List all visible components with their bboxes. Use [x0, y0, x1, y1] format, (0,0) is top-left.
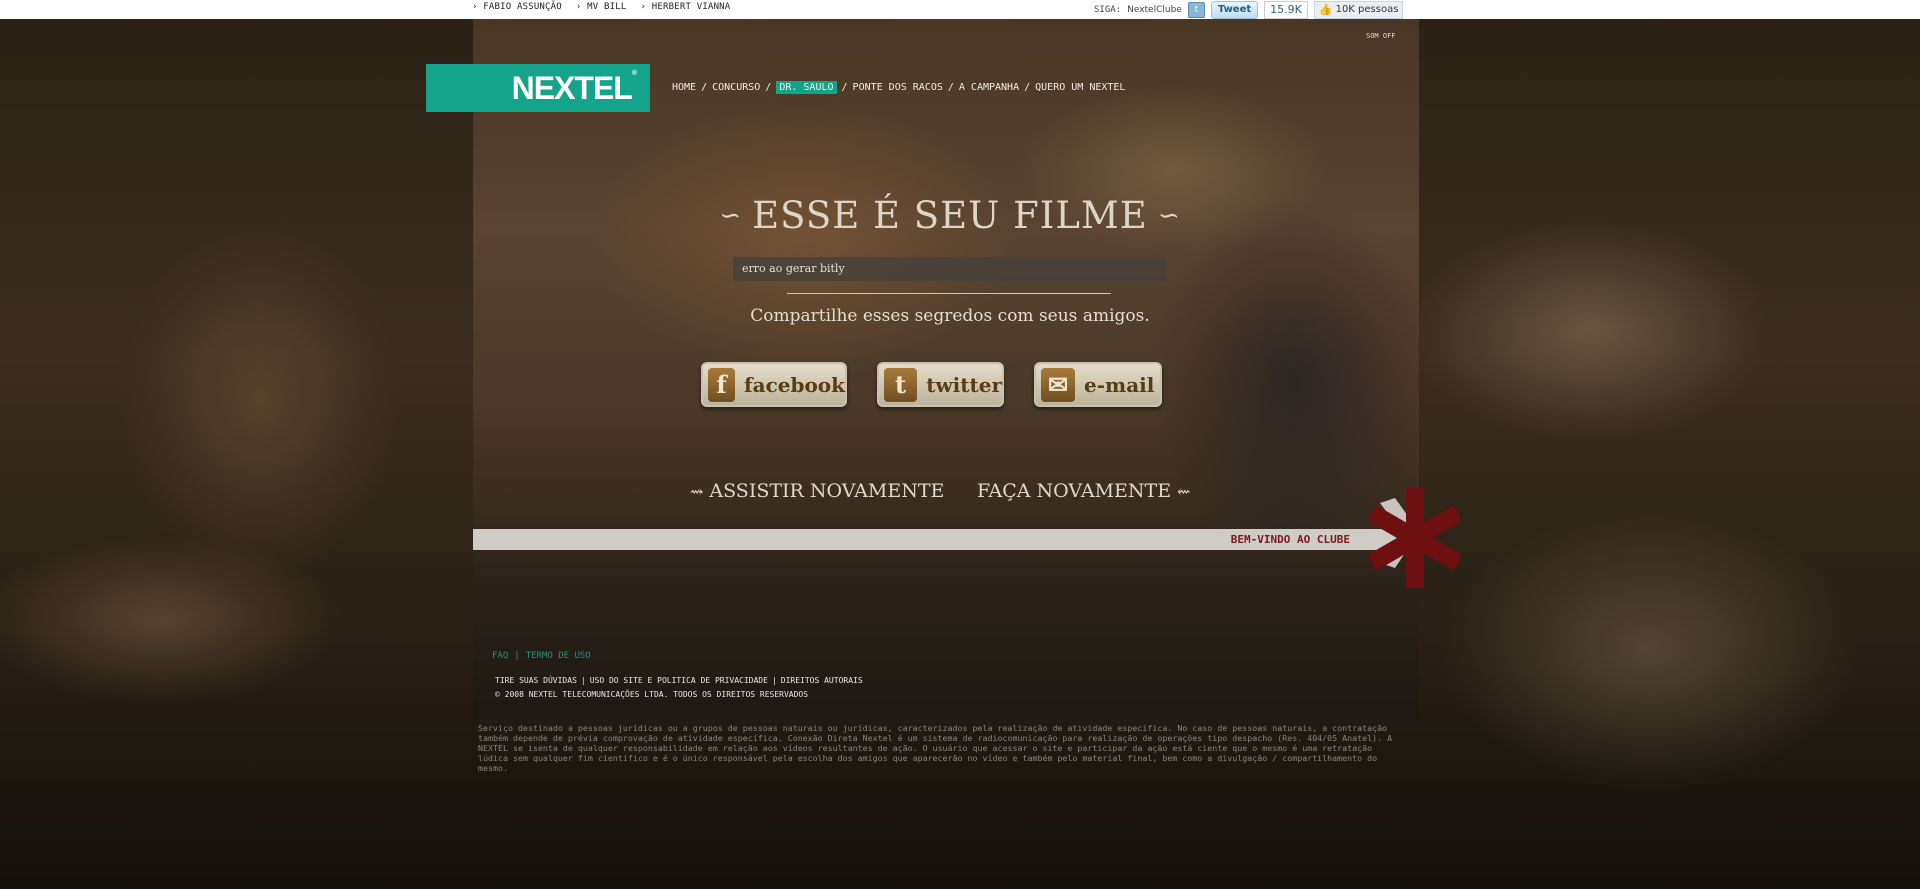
envelope-icon: ✉ [1041, 367, 1075, 402]
twitter-label: twitter [926, 372, 1002, 397]
like-button[interactable]: 👍 10K pessoas [1313, 1, 1404, 19]
link-mv-bill[interactable]: MV BILL [576, 2, 627, 12]
nextel-clube-link[interactable]: NextelClube [1127, 5, 1182, 15]
footer-separator: | [580, 676, 586, 685]
faq-link[interactable]: FAQ [492, 651, 508, 661]
direitos-link[interactable]: DIREITOS AUTORAIS [781, 676, 863, 685]
footer-links-top: FAQ | TERMO DE USO [492, 651, 591, 661]
flourish-left-icon: ∽ [719, 200, 743, 231]
top-bar: FABIO ASSUNÇÃO MV BILL HERBERT VIANNA SI… [0, 0, 1920, 19]
link-fabio[interactable]: FABIO ASSUNÇÃO [472, 2, 562, 12]
nav-ponte-dos-racos[interactable]: PONTE DOS RACOS [853, 82, 943, 93]
welcome-text: BEM-VINDO AO CLUBE [1230, 533, 1350, 546]
facebook-icon: f [708, 367, 735, 402]
celebrity-links: FABIO ASSUNÇÃO MV BILL HERBERT VIANNA [472, 2, 730, 12]
nav-separator: / [1024, 82, 1031, 93]
nav-quero-um-nextel[interactable]: QUERO UM NEXTEL [1035, 82, 1125, 93]
nav-separator: / [841, 82, 848, 93]
watch-again-button[interactable]: ⇝ ASSISTIR NOVAMENTE [690, 480, 944, 502]
nav-separator: / [947, 82, 954, 93]
tweet-button[interactable]: Tweet [1210, 1, 1259, 19]
twitter-icon[interactable]: t [1187, 2, 1205, 18]
duvidas-link[interactable]: TIRE SUAS DÚVIDAS [495, 676, 577, 685]
arrow-left-icon: ⇜ [1177, 481, 1191, 501]
nextel-logo[interactable]: NEXTEL [426, 64, 650, 112]
email-share-button[interactable]: ✉ e-mail [1034, 362, 1162, 407]
divider [787, 293, 1111, 294]
footer-separator: | [771, 676, 777, 685]
nav-home[interactable]: HOME [672, 82, 696, 93]
watch-again-label: ASSISTIR NOVAMENTE [709, 480, 945, 502]
flourish-right-icon: ∽ [1157, 200, 1181, 231]
uso-link[interactable]: USO DO SITE E POLITICA DE PRIVACIDADE [590, 676, 768, 685]
like-count: 10K pessoas [1335, 4, 1399, 15]
arrow-right-icon: ⇝ [690, 481, 704, 501]
heading-text: ESSE É SEU FILME [752, 194, 1148, 237]
link-herbert[interactable]: HERBERT VIANNA [641, 2, 731, 12]
make-again-label: FAÇA NOVAMENTE [977, 480, 1172, 502]
nav-concurso[interactable]: CONCURSO [712, 82, 760, 93]
tweet-count: 15.9K [1264, 1, 1308, 19]
sound-off-toggle[interactable]: SOM OFF [1366, 32, 1396, 40]
logo-text: NEXTEL [512, 70, 636, 107]
share-url-field[interactable]: erro ao gerar bitly [733, 257, 1166, 281]
thumbs-up-icon: 👍 [1318, 3, 1333, 16]
social-bar: SIGA: NextelClube t Tweet 15.9K 👍 10K pe… [1094, 1, 1404, 19]
nav-separator: / [701, 82, 708, 93]
copyright: © 2008 NEXTEL TELECOMUNICAÇÕES LTDA. TOD… [495, 690, 809, 699]
twitter-share-button[interactable]: t twitter [877, 362, 1004, 407]
make-again-button[interactable]: FAÇA NOVAMENTE ⇜ [977, 480, 1190, 502]
share-text: Compartilhe esses segredos com seus amig… [750, 306, 1150, 326]
facebook-share-button[interactable]: f facebook [701, 362, 847, 407]
page-heading: ∽ ESSE É SEU FILME ∽ [715, 194, 1185, 237]
disclaimer-text: Serviço destinado a pessoas jurídicas ou… [478, 723, 1393, 773]
asterisk-logo-icon[interactable] [1370, 488, 1460, 588]
email-label: e-mail [1084, 372, 1155, 397]
siga-label: SIGA: [1094, 5, 1122, 15]
welcome-bar[interactable]: BEM-VINDO AO CLUBE [473, 529, 1398, 550]
main-nav: HOME / CONCURSO / DR. SAULO / PONTE DOS … [672, 81, 1125, 94]
twitter-bird-icon: t [884, 367, 918, 402]
footer-links: TIRE SUAS DÚVIDAS | USO DO SITE E POLITI… [495, 676, 863, 685]
nav-separator: / [765, 82, 772, 93]
termo-link[interactable]: TERMO DE USO [526, 651, 591, 661]
nav-a-campanha[interactable]: A CAMPANHA [959, 82, 1019, 93]
footer-separator: | [514, 651, 520, 661]
facebook-label: facebook [744, 372, 845, 397]
nav-dr-saulo[interactable]: DR. SAULO [776, 81, 837, 94]
